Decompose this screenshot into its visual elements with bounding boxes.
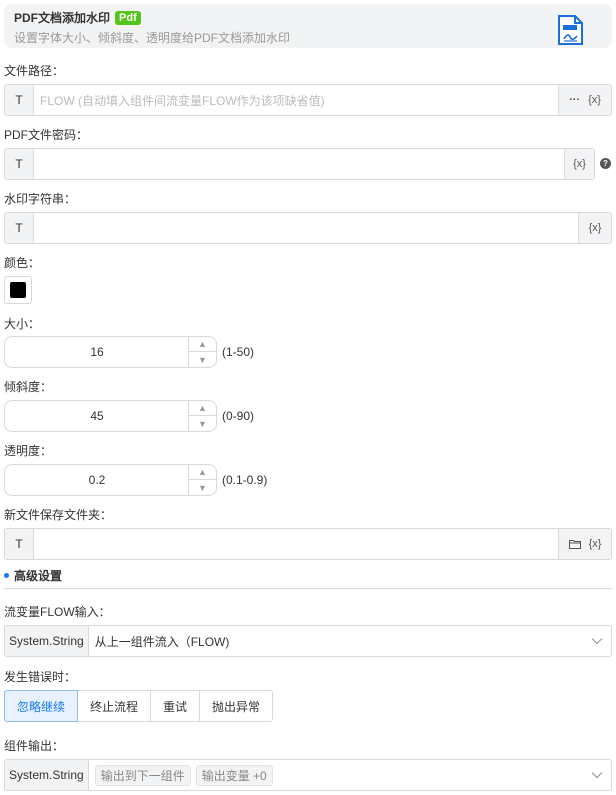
file-path-input[interactable]: FLOW (自动填入组件间流变量FLOW作为该项缺省值) — [34, 85, 558, 115]
opacity-label: 透明度： — [4, 444, 53, 458]
pdf-document-icon — [558, 15, 583, 45]
increment-button[interactable]: ▲ — [189, 465, 216, 480]
folder-icon[interactable] — [568, 539, 581, 549]
save-folder-input[interactable] — [34, 529, 558, 559]
file-path-label: 文件路径： — [4, 64, 65, 78]
watermark-text-field[interactable]: T {x} — [4, 212, 612, 244]
file-path-field[interactable]: T FLOW (自动填入组件间流变量FLOW作为该项缺省值) ··· {x} — [4, 84, 612, 116]
tilt-step-buttons: ▲ ▼ — [188, 401, 216, 431]
watermark-text-input[interactable] — [34, 213, 578, 243]
text-type-prefix: T — [5, 213, 34, 243]
size-range: (1-50) — [222, 345, 255, 359]
variable-button[interactable]: {x} — [589, 538, 602, 550]
text-type-prefix: T — [5, 529, 34, 559]
output-tag: 输出到下一组件 — [94, 764, 191, 786]
help-icon[interactable]: ? — [600, 158, 611, 169]
decrement-button[interactable]: ▼ — [189, 480, 216, 495]
on-error-label: 发生错误时： — [4, 670, 77, 684]
opacity-step-buttons: ▲ ▼ — [188, 465, 216, 495]
size-step-buttons: ▲ ▼ — [188, 337, 216, 367]
size-stepper[interactable]: 16 ▲ ▼ — [4, 336, 217, 368]
opacity-value[interactable]: 0.2 — [5, 465, 189, 495]
decrement-button[interactable]: ▼ — [189, 416, 216, 431]
size-value[interactable]: 16 — [5, 337, 189, 367]
save-folder-actions: {x} — [558, 529, 611, 559]
color-swatch — [10, 282, 26, 298]
pdf-password-input[interactable] — [34, 149, 564, 179]
tilt-value[interactable]: 45 — [5, 401, 189, 431]
on-error-button-group: 忽略继续 终止流程 重试 抛出异常 — [4, 690, 274, 722]
color-picker[interactable] — [4, 276, 32, 304]
tilt-label: 倾斜度： — [4, 380, 53, 394]
watermark-text-label: 水印字符串： — [4, 192, 77, 206]
opacity-range: (0.1-0.9) — [222, 473, 268, 487]
chevron-down-icon[interactable] — [583, 626, 611, 656]
flow-input-select[interactable]: System.String 从上一组件流入（FLOW) — [4, 625, 612, 657]
pdf-password-field[interactable]: T {x} — [4, 148, 595, 180]
save-folder-label: 新文件保存文件夹： — [4, 508, 113, 522]
type-prefix: System.String — [5, 760, 89, 790]
throw-exception-button[interactable]: 抛出异常 — [199, 690, 274, 722]
increment-button[interactable]: ▲ — [189, 337, 216, 352]
retry-button[interactable]: 重试 — [150, 690, 201, 722]
flow-input-label: 流变量FLOW输入： — [4, 605, 111, 619]
chevron-down-icon[interactable] — [583, 760, 611, 790]
output-label: 组件输出： — [4, 739, 65, 753]
component-header: PDF文档添加水印 Pdf 设置字体大小、倾斜度、透明度给PDF文档添加水印 — [4, 4, 612, 48]
file-path-actions: ··· {x} — [558, 85, 611, 115]
color-label: 颜色： — [4, 256, 41, 270]
variable-button[interactable]: {x} — [564, 149, 594, 179]
advanced-settings-header: 高级设置 — [4, 567, 62, 584]
tilt-range: (0-90) — [222, 409, 255, 423]
output-tag: 输出变量 +0 — [195, 764, 273, 786]
opacity-stepper[interactable]: 0.2 ▲ ▼ — [4, 464, 217, 496]
ignore-continue-button[interactable]: 忽略继续 — [4, 690, 79, 722]
decrement-button[interactable]: ▼ — [189, 352, 216, 367]
output-tags: 输出到下一组件 输出变量 +0 — [89, 760, 583, 790]
output-select[interactable]: System.String 输出到下一组件 输出变量 +0 — [4, 759, 612, 791]
tilt-stepper[interactable]: 45 ▲ ▼ — [4, 400, 217, 432]
text-type-prefix: T — [5, 149, 34, 179]
divider — [4, 588, 612, 589]
component-title-row: PDF文档添加水印 Pdf — [14, 9, 141, 26]
save-folder-field[interactable]: T {x} — [4, 528, 612, 560]
type-prefix: System.String — [5, 626, 89, 656]
component-subtitle: 设置字体大小、倾斜度、透明度给PDF文档添加水印 — [14, 31, 291, 45]
variable-button[interactable]: {x} — [588, 94, 601, 106]
browse-more-button[interactable]: ··· — [569, 94, 580, 106]
variable-button[interactable]: {x} — [578, 213, 611, 243]
advanced-settings-title: 高级设置 — [14, 569, 63, 583]
section-dot-icon — [4, 573, 9, 578]
component-title: PDF文档添加水印 — [14, 11, 111, 25]
stop-flow-button[interactable]: 终止流程 — [77, 690, 152, 722]
size-label: 大小： — [4, 317, 41, 331]
text-type-prefix: T — [5, 85, 34, 115]
pdf-badge: Pdf — [115, 10, 141, 25]
pdf-password-label: PDF文件密码： — [4, 128, 89, 142]
flow-input-value: 从上一组件流入（FLOW) — [94, 634, 230, 649]
increment-button[interactable]: ▲ — [189, 401, 216, 416]
